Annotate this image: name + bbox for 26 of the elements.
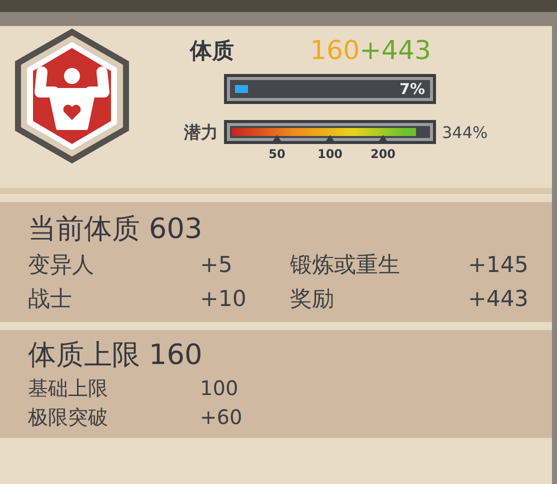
- limit-label: 极限突破: [28, 404, 109, 431]
- tick-marker-icon: [326, 135, 334, 141]
- bonus-label: 变异人: [28, 252, 95, 280]
- bonus-label: 奖励: [290, 286, 335, 314]
- potential-label: 潜力: [183, 122, 218, 144]
- section-title: 当前体质 603: [28, 211, 204, 247]
- bonus-value: +443: [468, 286, 530, 314]
- tick-marker-icon: [273, 135, 281, 141]
- strength-badge-icon: [14, 28, 130, 164]
- bonus-label: 战士: [28, 286, 73, 314]
- tick-label: 200: [370, 147, 396, 161]
- attribute-value: 160+443: [310, 36, 432, 66]
- bonus-value: +5: [200, 252, 234, 280]
- potential-reading: 344%: [442, 122, 488, 142]
- bonus-value: +145: [468, 252, 530, 280]
- section-title: 体质上限 160: [28, 336, 204, 373]
- attribute-name: 体质: [190, 38, 234, 66]
- limit-value: 100: [200, 374, 240, 402]
- limit-value: +60: [200, 404, 244, 431]
- tick-label: 100: [317, 147, 343, 161]
- tick-marker-icon: [379, 135, 387, 141]
- bonus-label: 锻炼或重生: [290, 252, 401, 280]
- progress-reading: 7%: [400, 80, 425, 98]
- tick-label: 50: [268, 147, 286, 161]
- limit-label: 基础上限: [28, 374, 109, 402]
- bonus-value: +10: [200, 286, 248, 314]
